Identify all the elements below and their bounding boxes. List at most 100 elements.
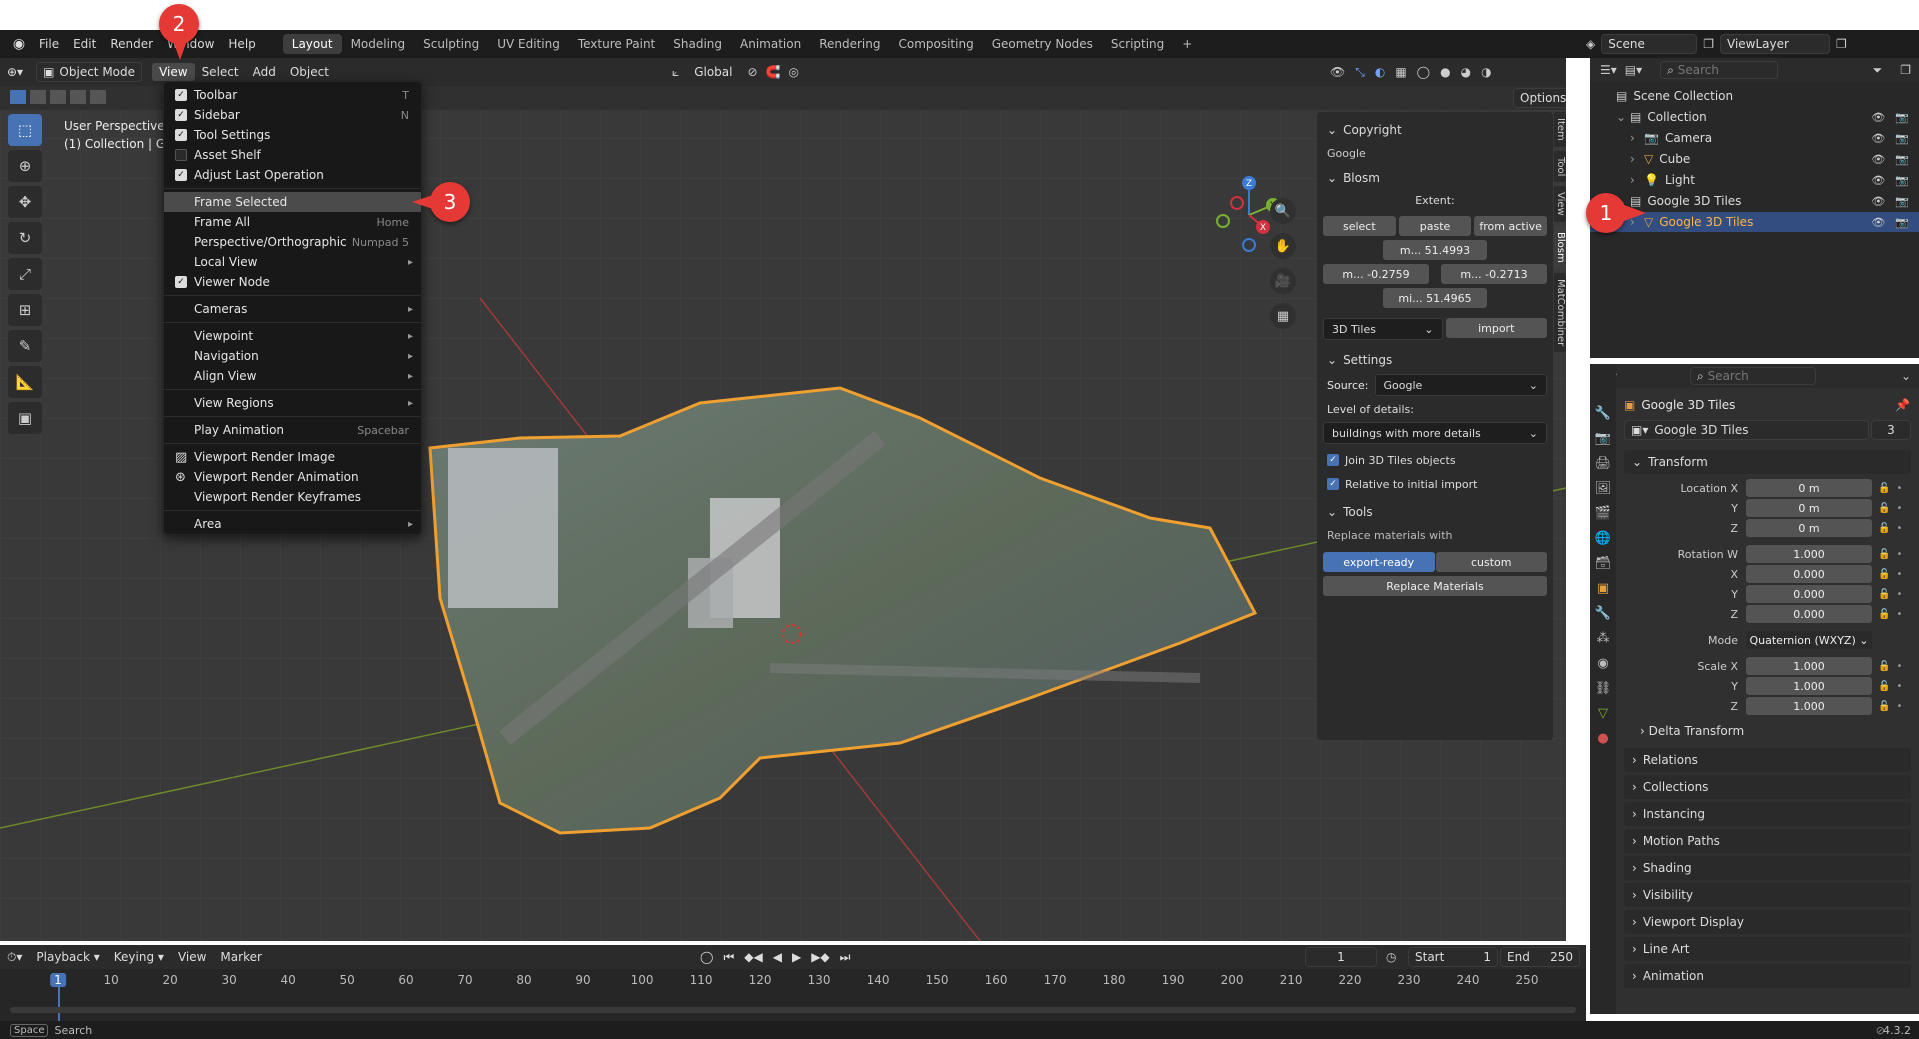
clock-icon[interactable]: ◷ [1386, 950, 1396, 964]
jump-end-icon[interactable]: ⏭ [840, 950, 851, 965]
modifier-tab-icon[interactable]: 🔧 [1595, 606, 1611, 621]
select-mode-buttons[interactable] [10, 90, 106, 104]
menu-item-viewport-render-animation[interactable]: ⊛ Viewport Render Animation [164, 467, 421, 487]
shading-solid-icon[interactable]: ● [1440, 65, 1450, 79]
world-tab-icon[interactable]: 🌐 [1595, 531, 1611, 546]
menu-item-adjust-last-operation[interactable]: ✓ Adjust Last Operation [164, 165, 421, 185]
overlay-toggle-icon[interactable]: ◐ [1375, 65, 1385, 79]
view-layer-tab-icon[interactable]: 🖼 [1595, 481, 1612, 496]
render-camera-icon[interactable]: 📷 [1895, 216, 1909, 229]
visibility-eye-icon[interactable]: 👁 [1871, 195, 1885, 208]
panel-visibility[interactable]: › Visibility [1624, 883, 1911, 907]
extent-max-lon-field[interactable]: m... -0.2713 [1441, 264, 1547, 284]
transform-orientation-dropdown[interactable]: Global [687, 63, 739, 81]
replace-materials-button[interactable]: Replace Materials [1323, 576, 1547, 596]
delta-transform-subpanel[interactable]: › Delta Transform [1640, 724, 1744, 738]
record-icon[interactable]: ◯ [700, 950, 713, 965]
playhead[interactable] [58, 987, 60, 1023]
data-tab-icon[interactable]: ▽ [1598, 706, 1608, 721]
view-layer-selector[interactable]: ViewLayer [1720, 34, 1830, 54]
import-button[interactable]: import [1445, 318, 1547, 338]
expand-arrow-icon[interactable]: › [1630, 131, 1644, 145]
tab-animation[interactable]: Animation [731, 34, 810, 54]
lock-icon[interactable]: 🔓 [1878, 609, 1890, 620]
visibility-eye-icon[interactable]: 👁 [1871, 174, 1885, 187]
tab-matcombiner[interactable]: MatCombiner [1554, 272, 1566, 352]
tab-layout[interactable]: Layout [282, 34, 342, 54]
render-camera-icon[interactable]: 📷 [1895, 174, 1909, 187]
lock-icon[interactable]: 🔓 [1878, 569, 1890, 580]
display-mode-icon[interactable]: ▤▾ [1625, 63, 1642, 77]
menu-item-viewport-render-image[interactable]: ▨ Viewport Render Image [164, 447, 421, 467]
panel-shading[interactable]: › Shading [1624, 856, 1911, 880]
panel-animation[interactable]: › Animation [1624, 964, 1911, 988]
select-extend-icon[interactable] [30, 90, 46, 104]
menu-keying[interactable]: Keying ▾ [107, 948, 171, 966]
keyframe-dot-icon[interactable]: • [1896, 609, 1902, 620]
proportional-edit-icon[interactable]: ◎ [789, 65, 799, 79]
move-tool[interactable]: ✥ [8, 186, 42, 218]
grid-view-icon[interactable]: ▦ [1270, 303, 1296, 329]
data-type-dropdown[interactable]: 3D Tiles ⌄ [1323, 318, 1443, 340]
lock-icon[interactable]: 🔓 [1878, 589, 1890, 600]
field-value[interactable]: 0 m [1746, 499, 1872, 517]
menu-item-viewpoint[interactable]: Viewpoint ▸ [164, 326, 421, 346]
visibility-eye-icon[interactable]: 👁 [1871, 153, 1885, 166]
scene-tab-icon[interactable]: 🎬 [1595, 506, 1611, 521]
shading-rendered-icon[interactable]: ◑ [1481, 65, 1491, 79]
material-tab-icon[interactable]: ● [1597, 731, 1608, 746]
menu-item-viewer-node[interactable]: ✓ Viewer Node [164, 272, 421, 292]
custom-option[interactable]: custom [1435, 552, 1547, 572]
outliner-row[interactable]: › 💡 Light 👁 📷 [1590, 170, 1919, 190]
field-value[interactable]: 0 m [1746, 479, 1872, 497]
current-frame-field[interactable]: 1 [1305, 947, 1377, 967]
field-value[interactable]: 0 m [1746, 519, 1872, 537]
menu-playback[interactable]: Playback ▾ [29, 948, 106, 966]
keyframe-dot-icon[interactable]: • [1896, 681, 1902, 692]
output-tab-icon[interactable]: 🖨 [1595, 456, 1612, 471]
field-value[interactable]: 0.000 [1746, 565, 1872, 583]
lock-icon[interactable]: 🔓 [1878, 483, 1890, 494]
physics-tab-icon[interactable]: ◉ [1597, 656, 1608, 671]
outliner-editor-icon[interactable]: ☰▾ [1600, 63, 1617, 77]
play-reverse-icon[interactable]: ◀ [773, 950, 782, 965]
pivot-icon[interactable]: ⊘ [747, 65, 757, 79]
zoom-icon[interactable]: 🔍 [1270, 198, 1296, 224]
outliner-row[interactable]: › 📷 Camera 👁 📷 [1590, 128, 1919, 148]
play-icon[interactable]: ▶ [792, 950, 801, 965]
menu-item-perspective-orthographic[interactable]: Perspective/Orthographic Numpad 5 [164, 232, 421, 252]
outliner-row[interactable]: › ▽ Cube 👁 📷 [1590, 149, 1919, 169]
tab-tool[interactable]: Tool [1554, 150, 1566, 183]
menu-item-cameras[interactable]: Cameras ▸ [164, 299, 421, 319]
pan-hand-icon[interactable]: ✋ [1270, 233, 1296, 259]
render-camera-icon[interactable]: 📷 [1895, 195, 1909, 208]
editor-type-icon[interactable]: ⊕▾ [0, 63, 30, 81]
add-workspace-button[interactable]: + [1173, 34, 1201, 54]
tab-texture-paint[interactable]: Texture Paint [569, 34, 664, 54]
menu-item-toolbar[interactable]: ✓ Toolbar T [164, 85, 421, 105]
tab-geometry-nodes[interactable]: Geometry Nodes [983, 34, 1102, 54]
menu-item-sidebar[interactable]: ✓ Sidebar N [164, 105, 421, 125]
timeline-scrollbar[interactable] [10, 1007, 1576, 1013]
field-value[interactable]: 1.000 [1746, 545, 1872, 563]
lock-icon[interactable]: 🔓 [1878, 549, 1890, 560]
menu-edit[interactable]: Edit [66, 34, 103, 54]
select-box-tool[interactable]: ⬚ [8, 114, 42, 146]
timeline-editor-icon[interactable]: ⏱▾ [0, 948, 29, 967]
expand-arrow-icon[interactable]: ⌄ [1616, 110, 1630, 124]
properties-search-input[interactable]: ⌕ Search [1690, 367, 1816, 385]
tab-uv-editing[interactable]: UV Editing [488, 34, 569, 54]
scale-tool[interactable]: ⤢ [8, 258, 42, 290]
gizmo-toggle-icon[interactable]: ⤡ [1355, 65, 1365, 80]
visibility-eye-icon[interactable]: 👁 [1871, 216, 1885, 229]
annotate-tool[interactable]: ✎ [8, 330, 42, 362]
export-ready-option[interactable]: export-ready [1323, 552, 1435, 572]
select-new-icon[interactable] [10, 90, 26, 104]
measure-tool[interactable]: 📐 [8, 366, 42, 398]
menu-file[interactable]: File [32, 34, 66, 54]
tools-header[interactable]: ⌄ Tools [1323, 500, 1547, 524]
lock-icon[interactable]: 🔓 [1878, 681, 1890, 692]
visibility-eye-icon[interactable]: 👁 [1871, 111, 1885, 124]
tab-item[interactable]: Item [1554, 112, 1566, 147]
keyframe-dot-icon[interactable]: • [1896, 523, 1902, 534]
